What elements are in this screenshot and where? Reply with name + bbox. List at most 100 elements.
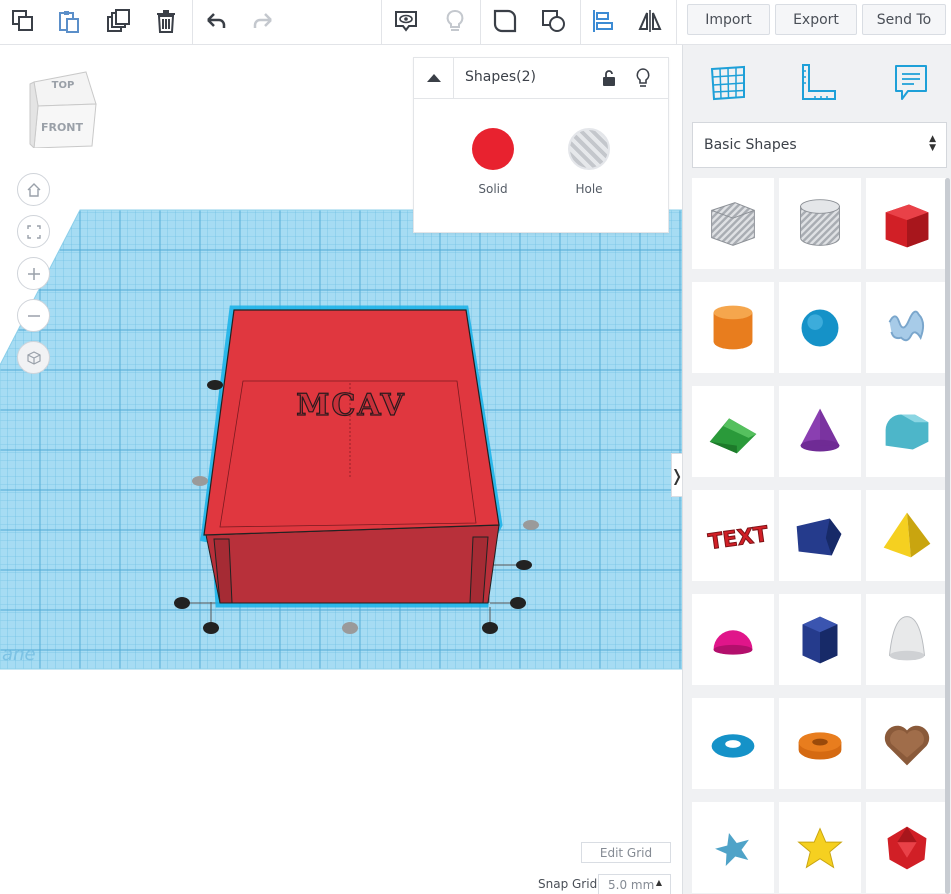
box-model[interactable]: MCAV <box>170 303 545 643</box>
perspective-button[interactable] <box>17 341 50 374</box>
shape-tile-cylinder[interactable] <box>692 282 774 373</box>
export-button[interactable]: Export <box>775 4 857 35</box>
shape-tile-roof[interactable] <box>692 386 774 477</box>
align-icon[interactable] <box>584 3 622 39</box>
workplane-tab[interactable] <box>703 57 753 107</box>
caret-up-icon <box>426 74 441 82</box>
torus-icon <box>711 733 755 758</box>
prism-icon <box>802 616 838 663</box>
main-toolbar: Import Export Send To <box>0 0 951 45</box>
workplane-watermark: ane <box>2 644 36 665</box>
shape-tile-half-sphere[interactable] <box>692 594 774 685</box>
star-icon <box>715 832 749 866</box>
perspective-icon <box>26 350 41 365</box>
redo-icon[interactable] <box>244 3 282 39</box>
shape-category-select[interactable]: Basic Shapes ▲ ▼ <box>692 122 947 168</box>
ungroup-icon[interactable] <box>535 3 573 39</box>
duplicate-icon[interactable] <box>99 3 137 39</box>
shape-tile-round-roof[interactable] <box>866 386 948 477</box>
box-icon <box>885 204 929 247</box>
caret-up-icon: ▲ <box>655 878 662 887</box>
trash-icon[interactable] <box>147 3 185 39</box>
shape-inspector: Shapes(2) Solid Hole <box>413 57 669 233</box>
shape-tile-text[interactable]: TEXT <box>692 490 774 581</box>
shape-tile-box[interactable] <box>866 178 948 269</box>
polygon-icon <box>796 518 842 555</box>
copy-icon[interactable] <box>4 3 42 39</box>
shape-tile-icosahedron[interactable] <box>866 802 948 893</box>
shape-tile-tube[interactable] <box>779 698 861 789</box>
panel-scrollbar[interactable] <box>945 178 950 894</box>
shape-tile-polygon[interactable] <box>779 490 861 581</box>
shape-tile-torus[interactable] <box>692 698 774 789</box>
snap-grid-select[interactable]: 5.0 mm ▲ <box>598 874 671 894</box>
roof-icon <box>709 417 757 453</box>
inspector-header: Shapes(2) <box>414 58 668 99</box>
star-yellow-icon <box>797 826 843 869</box>
round-roof-icon <box>885 414 929 449</box>
lightbulb-icon[interactable] <box>436 3 474 39</box>
edit-grid-button[interactable]: Edit Grid <box>581 842 671 863</box>
shape-tile-prism[interactable] <box>779 594 861 685</box>
shape-category-value: Basic Shapes <box>704 137 797 153</box>
mirror-icon[interactable] <box>631 3 669 39</box>
show-all-icon[interactable] <box>387 3 425 39</box>
notes-tab[interactable] <box>886 57 936 107</box>
workplane-icon <box>710 65 745 101</box>
home-icon <box>27 182 40 197</box>
solid-label: Solid <box>478 182 508 196</box>
model-text: MCAV <box>296 388 405 423</box>
paste-icon[interactable] <box>50 3 88 39</box>
half-sphere-icon <box>713 629 753 655</box>
zoom-out-button[interactable] <box>17 299 50 332</box>
import-button[interactable]: Import <box>687 4 770 35</box>
home-view-button[interactable] <box>17 173 50 206</box>
text-icon: TEXT <box>706 521 768 555</box>
tube-icon <box>798 731 842 760</box>
shape-tile-cylinder-hole[interactable] <box>779 178 861 269</box>
hole-label: Hole <box>575 182 603 196</box>
undo-icon[interactable] <box>197 3 235 39</box>
solid-swatch[interactable] <box>472 128 514 170</box>
lock-icon[interactable] <box>598 67 620 89</box>
inspector-title: Shapes(2) <box>465 69 536 85</box>
send-to-button[interactable]: Send To <box>862 4 946 35</box>
paraboloid-icon <box>888 615 926 660</box>
shape-tile-cone[interactable] <box>779 386 861 477</box>
shape-tile-star-yellow[interactable] <box>779 802 861 893</box>
view-cube-front-label[interactable]: FRONT <box>36 121 88 134</box>
ruler-icon <box>802 64 836 100</box>
cylinder-hole-icon <box>800 198 840 246</box>
light-bulb-icon[interactable] <box>632 67 654 89</box>
zoom-out-icon <box>27 314 40 317</box>
snap-grid-value: 5.0 mm <box>608 878 655 892</box>
group-icon[interactable] <box>486 3 524 39</box>
workspace-viewport[interactable]: ane MCAV TOP FRONT Shapes(2) Solid Hole … <box>0 45 682 894</box>
sphere-icon <box>801 309 839 346</box>
cone-icon <box>800 408 840 451</box>
fit-view-icon <box>26 224 41 239</box>
fit-view-button[interactable] <box>17 215 50 248</box>
shape-tile-scribble[interactable] <box>866 282 948 373</box>
shape-tile-heart[interactable] <box>866 698 948 789</box>
zoom-in-icon <box>27 267 40 280</box>
zoom-in-button[interactable] <box>17 257 50 290</box>
cylinder-icon <box>713 305 753 349</box>
view-cube-top-label[interactable]: TOP <box>48 80 78 91</box>
shape-tile-sphere[interactable] <box>779 282 861 373</box>
hole-swatch[interactable] <box>568 128 610 170</box>
shapes-panel: Basic Shapes ▲ ▼ TEXT <box>682 45 951 894</box>
svg-text:TEXT: TEXT <box>707 521 768 554</box>
view-cube[interactable]: TOP FRONT <box>28 70 98 150</box>
box-hole-icon <box>711 201 755 246</box>
scribble-icon <box>888 310 925 341</box>
shape-tile-pyramid[interactable] <box>866 490 948 581</box>
snap-grid-label: Snap Grid <box>538 877 598 891</box>
collapse-inspector-button[interactable] <box>414 58 454 98</box>
ruler-tab[interactable] <box>793 57 843 107</box>
shape-tile-star[interactable] <box>692 802 774 893</box>
select-arrows-icon: ▲ ▼ <box>929 134 936 153</box>
shape-tile-box-hole[interactable] <box>692 178 774 269</box>
icosahedron-icon <box>887 826 927 869</box>
shape-tile-paraboloid[interactable] <box>866 594 948 685</box>
